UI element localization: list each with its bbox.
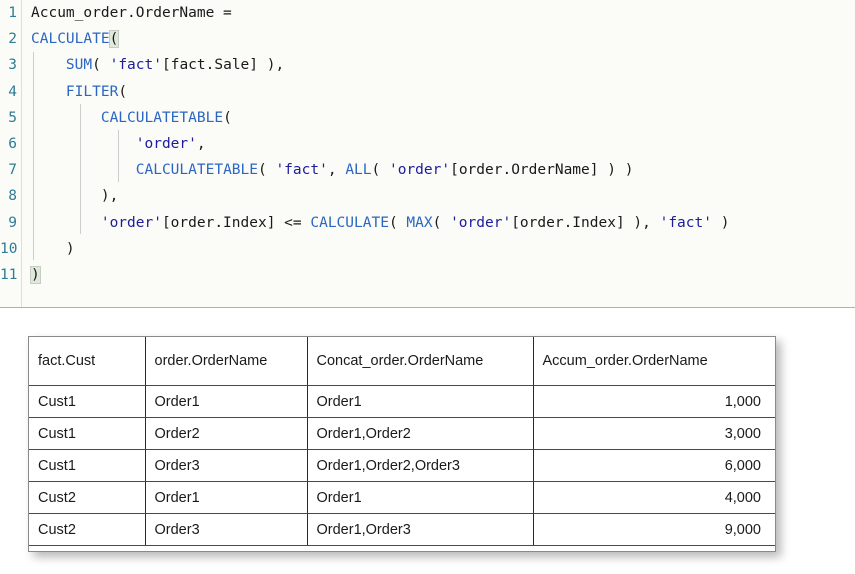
column-header-fact-cust[interactable]: fact.Cust bbox=[29, 337, 146, 386]
code-line-5[interactable]: 5 CALCULATETABLE( bbox=[0, 105, 855, 131]
line-number: 10 bbox=[0, 240, 18, 257]
code-line-text: 'order', bbox=[135, 136, 206, 152]
cell-accum-value: 1,000 bbox=[533, 385, 775, 418]
code-line-text: CALCULATETABLE( 'fact', ALL( 'order'[ord… bbox=[135, 162, 634, 179]
line-number: 4 bbox=[8, 83, 17, 100]
code-line-4[interactable]: 4 FILTER( bbox=[0, 79, 855, 105]
cell-concat-name: Order1,Order2,Order3 bbox=[307, 449, 534, 482]
code-line-8[interactable]: 8 ), bbox=[0, 183, 855, 209]
table-header-row: fact.Cust order.OrderName Concat_order.O… bbox=[29, 337, 775, 386]
cell-concat-name: Order1,Order2 bbox=[307, 417, 534, 450]
matching-paren-close: ) bbox=[30, 266, 41, 284]
cell-fact-cust: Cust2 bbox=[29, 513, 146, 546]
cell-concat-name: Order1 bbox=[307, 385, 534, 418]
code-line-9[interactable]: 9 'order'[order.Index] <= CALCULATE( MAX… bbox=[0, 210, 855, 236]
line-number: 5 bbox=[8, 109, 17, 126]
cell-accum-value: 6,000 bbox=[533, 449, 775, 482]
cell-order-name: Order3 bbox=[145, 513, 308, 546]
cell-accum-value: 9,000 bbox=[533, 513, 775, 546]
cell-fact-cust: Cust1 bbox=[29, 449, 146, 482]
code-line-text: ) bbox=[30, 262, 41, 288]
dax-formula-editor[interactable]: 1 Accum_order.OrderName = 2 CALCULATE( 3… bbox=[0, 0, 855, 308]
code-line-11[interactable]: 11 ) bbox=[0, 262, 855, 288]
cell-concat-name: Order1 bbox=[307, 481, 534, 514]
column-header-order-ordername[interactable]: order.OrderName bbox=[145, 337, 308, 386]
code-line-10[interactable]: 10 ) bbox=[0, 236, 855, 262]
table-row[interactable]: Cust1 Order1 Order1 1,000 bbox=[29, 385, 775, 418]
line-number: 1 bbox=[8, 5, 17, 21]
table-row[interactable]: Cust1 Order2 Order1,Order2 3,000 bbox=[29, 417, 775, 450]
code-line-text: CALCULATETABLE( bbox=[100, 109, 232, 126]
column-header-accum-order-ordername[interactable]: Accum_order.OrderName bbox=[533, 337, 775, 386]
result-table-container: fact.Cust order.OrderName Concat_order.O… bbox=[28, 336, 776, 552]
table-row[interactable]: Cust2 Order1 Order1 4,000 bbox=[29, 481, 775, 514]
matching-paren-open: ( bbox=[108, 30, 120, 49]
line-number: 9 bbox=[8, 214, 17, 231]
cell-fact-cust: Cust1 bbox=[29, 417, 146, 450]
code-line-6[interactable]: 6 'order', bbox=[0, 131, 855, 157]
cell-order-name: Order1 bbox=[145, 385, 308, 418]
code-line-text: 'order'[order.Index] <= CALCULATE( MAX( … bbox=[100, 214, 730, 231]
code-line-text: ) bbox=[31, 240, 75, 257]
code-line-2[interactable]: 2 CALCULATE( bbox=[0, 26, 855, 52]
code-line-text: Accum_order.OrderName = bbox=[31, 5, 232, 21]
line-number: 2 bbox=[8, 31, 17, 48]
cell-accum-value: 4,000 bbox=[533, 481, 775, 514]
result-table: fact.Cust order.OrderName Concat_order.O… bbox=[29, 337, 775, 546]
cell-fact-cust: Cust1 bbox=[29, 385, 146, 418]
cell-order-name: Order3 bbox=[145, 449, 308, 482]
code-line-text: SUM( 'fact'[fact.Sale] ), bbox=[65, 57, 285, 74]
code-line-1[interactable]: 1 Accum_order.OrderName = bbox=[0, 0, 855, 26]
cell-order-name: Order2 bbox=[145, 417, 308, 450]
code-line-7[interactable]: 7 CALCULATETABLE( 'fact', ALL( 'order'[o… bbox=[0, 157, 855, 183]
table-row[interactable]: Cust2 Order3 Order1,Order3 9,000 bbox=[29, 513, 775, 546]
code-line-text: FILTER( bbox=[65, 83, 128, 100]
table-row[interactable]: Cust1 Order3 Order1,Order2,Order3 6,000 bbox=[29, 449, 775, 482]
line-number: 7 bbox=[8, 162, 17, 179]
cell-fact-cust: Cust2 bbox=[29, 481, 146, 514]
line-number: 11 bbox=[0, 267, 18, 283]
cell-order-name: Order1 bbox=[145, 481, 308, 514]
line-number: 3 bbox=[8, 57, 17, 74]
line-number: 8 bbox=[8, 188, 17, 205]
code-line-text: ), bbox=[31, 188, 119, 205]
cell-accum-value: 3,000 bbox=[533, 417, 775, 450]
line-number: 6 bbox=[8, 136, 17, 152]
code-line-3[interactable]: 3 SUM( 'fact'[fact.Sale] ), bbox=[0, 52, 855, 78]
column-header-concat-order-ordername[interactable]: Concat_order.OrderName bbox=[307, 337, 534, 386]
cell-concat-name: Order1,Order3 bbox=[307, 513, 534, 546]
code-line-text: CALCULATE( bbox=[31, 30, 120, 49]
